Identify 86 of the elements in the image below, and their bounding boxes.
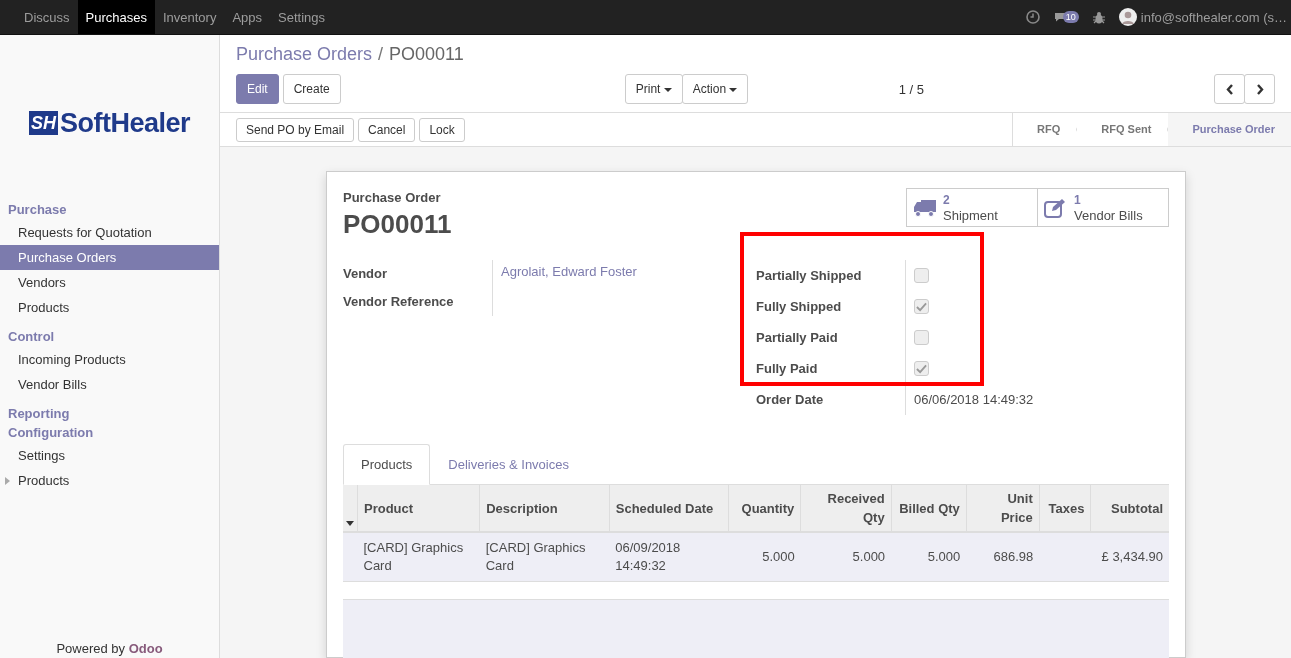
menu-section-title[interactable]: Purchase	[0, 199, 219, 218]
menu-item[interactable]: Vendors	[0, 270, 219, 295]
action-dropdown[interactable]: Action	[681, 74, 749, 104]
menu-item[interactable]: Products	[0, 295, 219, 320]
checkbox[interactable]	[914, 330, 929, 345]
menu-item[interactable]: Purchase Orders	[0, 245, 219, 270]
form-type-label: Purchase Order	[343, 190, 442, 205]
smart-button[interactable]: 2 Shipment	[906, 188, 1038, 227]
logo-mark: SH	[28, 111, 58, 135]
chevron-right-icon	[1255, 83, 1264, 95]
table-cell: [CARD] Graphics Card	[363, 540, 464, 573]
header-button[interactable]: Lock	[419, 117, 465, 142]
table-cell: [CARD] Graphics Card	[485, 540, 586, 573]
column-header[interactable]: Description	[479, 485, 610, 532]
sort-caret-icon	[346, 521, 354, 526]
powered-by-text: Powered by Odoo	[55, 641, 164, 658]
avatar-icon	[1118, 8, 1137, 26]
menu-item[interactable]: Settings	[0, 443, 219, 468]
column-header[interactable]: Billed Qty	[891, 485, 967, 532]
field-label: Fully Shipped	[756, 291, 906, 322]
table-cell: 06/09/2018 14:49:32	[615, 540, 681, 573]
column-header[interactable]: Scheduled Date	[609, 485, 729, 532]
table-cell: 686.98	[993, 549, 1034, 564]
table-cell: 5.000	[762, 549, 795, 564]
app-menu-item[interactable]: Purchases	[77, 0, 155, 34]
app-menu-item[interactable]: Apps	[224, 0, 271, 34]
column-header[interactable]: Taxes	[1039, 485, 1091, 532]
smart-button[interactable]: 1 Vendor Bills	[1037, 188, 1169, 227]
field-label: Partially Paid	[756, 322, 906, 353]
menu-item[interactable]: Products	[0, 468, 219, 493]
app-menu-item[interactable]: Settings	[270, 0, 334, 34]
logo-text: SoftHealer	[60, 107, 191, 139]
checkbox[interactable]	[914, 361, 929, 376]
edit-button[interactable]: Edit	[236, 74, 279, 104]
vendor-link[interactable]: Agrolait, Edward Foster	[501, 264, 637, 279]
menu-section-title[interactable]: Control	[0, 326, 219, 345]
table-cell: 5.000	[927, 549, 961, 564]
truck-icon	[913, 197, 937, 218]
user-menu[interactable]: info@softhealer.com (s…	[1118, 8, 1287, 26]
create-button[interactable]: Create	[282, 74, 341, 104]
status-stage[interactable]: Purchase Order	[1168, 113, 1291, 146]
clock-icon[interactable]	[1025, 10, 1040, 24]
pencil-square-icon	[1044, 197, 1068, 218]
pager-value: 1 / 5	[898, 81, 924, 97]
field-label: Vendor	[343, 260, 493, 288]
column-header[interactable]: Quantity	[728, 485, 801, 532]
field-label: Order Date	[756, 384, 906, 415]
smart-button-label: Vendor Bills	[1074, 207, 1143, 223]
previous-button[interactable]	[1214, 74, 1245, 104]
menu-item[interactable]: Vendor Bills	[0, 372, 219, 397]
menu-item[interactable]: Requests for Quotation	[0, 220, 219, 245]
breadcrumb-link[interactable]: Purchase Orders	[236, 44, 373, 68]
column-header[interactable]: Unit Price	[966, 485, 1040, 532]
order-date-value: 06/06/2018 14:49:32	[914, 392, 1034, 407]
breadcrumb-current: PO00011	[389, 44, 464, 66]
next-button[interactable]	[1244, 74, 1275, 104]
breadcrumb-separator: /	[378, 44, 384, 66]
field-label: Vendor Reference	[343, 288, 493, 316]
header-button[interactable]: Send PO by Email	[236, 117, 355, 142]
app-menu-item[interactable]: Discuss	[16, 0, 78, 34]
header-button[interactable]: Cancel	[358, 117, 416, 142]
menu-section-title[interactable]: Configuration	[0, 422, 219, 441]
messages-button[interactable]: 10	[1053, 11, 1079, 23]
column-header[interactable]: Received Qty	[800, 485, 892, 532]
notebook-tab[interactable]: Deliveries & Invoices	[430, 444, 587, 485]
checkbox[interactable]	[914, 268, 929, 283]
field-label: Partially Shipped	[756, 260, 906, 291]
app-menu-item[interactable]: Inventory	[154, 0, 225, 34]
smart-button-count: 2	[943, 192, 951, 208]
print-dropdown[interactable]: Print	[624, 74, 683, 104]
chevron-left-icon	[1225, 83, 1234, 95]
order-number: PO00011	[343, 209, 452, 240]
notebook-tab[interactable]: Products	[343, 444, 431, 485]
table-cell: £ 3,434.90	[1101, 549, 1163, 564]
smart-button-count: 1	[1074, 192, 1082, 208]
menu-section-title[interactable]: Reporting	[0, 403, 219, 422]
smart-button-label: Shipment	[943, 207, 998, 223]
chat-icon	[1053, 12, 1066, 22]
column-header[interactable]: Subtotal	[1090, 485, 1169, 532]
field-label: Fully Paid	[756, 353, 906, 384]
table-cell: 5.000	[852, 549, 886, 564]
bug-icon[interactable]	[1092, 10, 1105, 24]
message-count-badge: 10	[1062, 11, 1079, 23]
column-header[interactable]: Product	[357, 485, 480, 532]
menu-item[interactable]: Incoming Products	[0, 347, 219, 372]
checkbox[interactable]	[914, 299, 929, 314]
